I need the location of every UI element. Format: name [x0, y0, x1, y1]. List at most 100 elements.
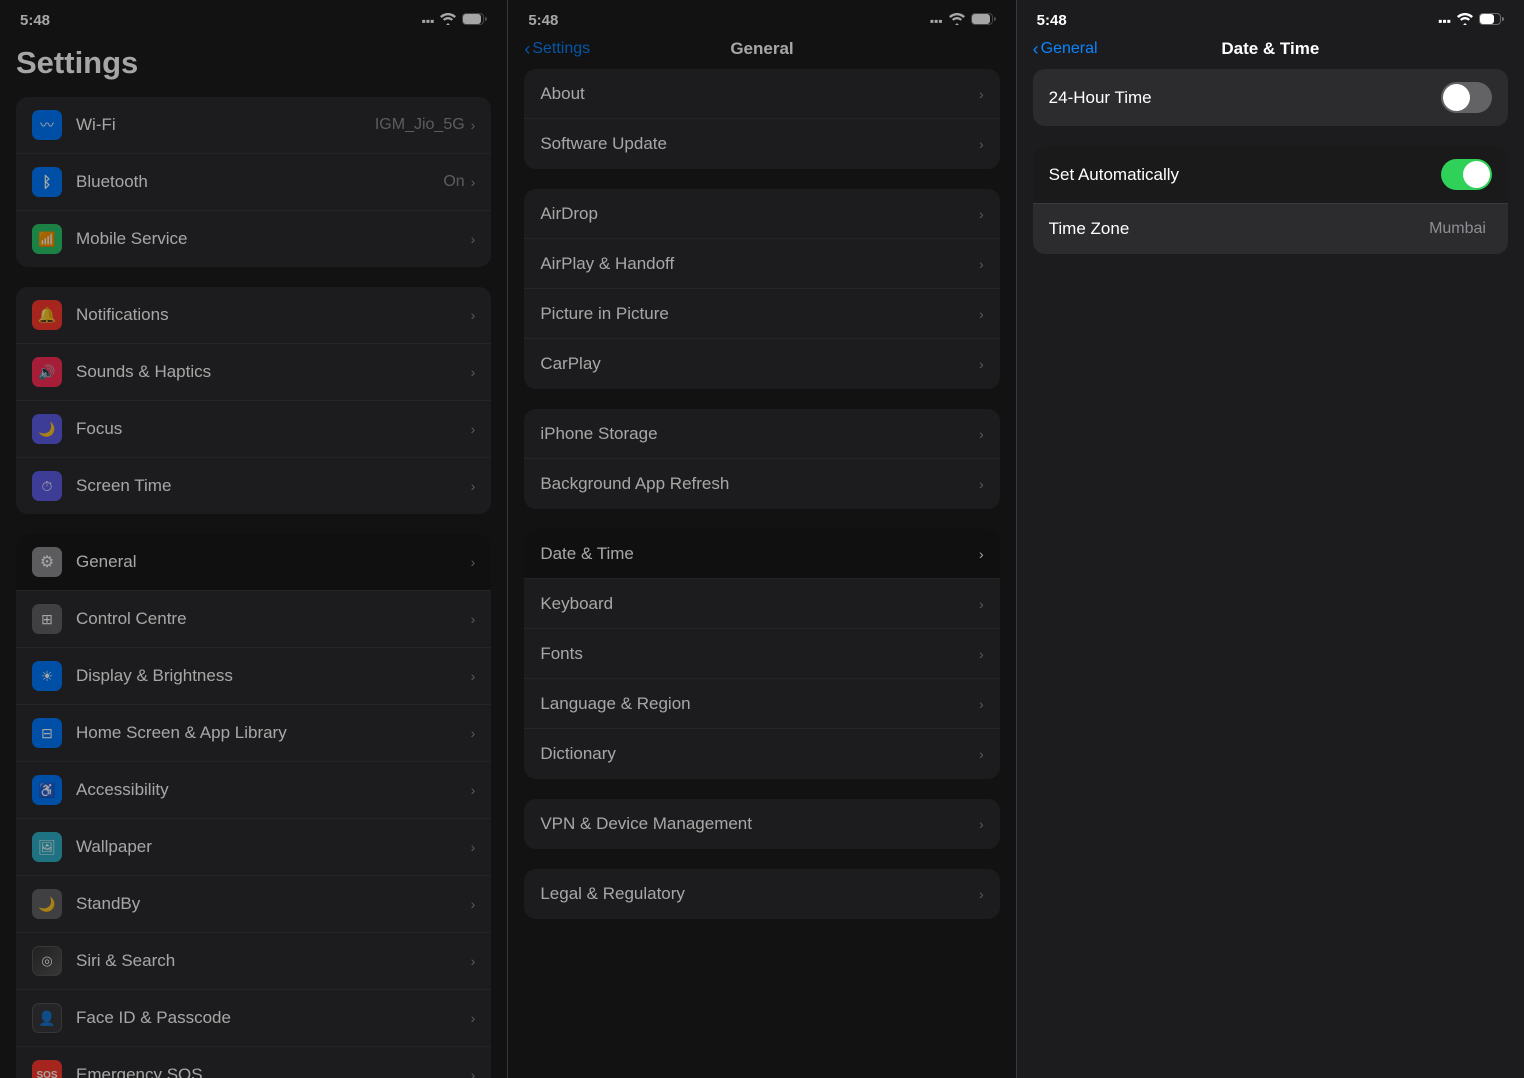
- item-datetime[interactable]: Date & Time ›: [524, 529, 999, 579]
- focus-icon: 🌙: [32, 414, 62, 444]
- status-icons-1: ▪▪▪: [422, 12, 488, 29]
- section-connectivity: 〰 Wi-Fi IGM_Jio_5G › ᛒ Bluetooth On › 📶 …: [16, 97, 491, 267]
- wifi-chevron: ›: [471, 117, 476, 133]
- item-fonts[interactable]: Fonts ›: [524, 629, 999, 679]
- mobile-icon: 📶: [32, 224, 62, 254]
- item-iphonestorage[interactable]: iPhone Storage ›: [524, 409, 999, 459]
- siri-icon: ◎: [32, 946, 62, 976]
- notifications-icon: 🔔: [32, 300, 62, 330]
- section-system: ⚙ General › ⊞ Control Centre › ☀ Display…: [16, 534, 491, 1078]
- pip-label: Picture in Picture: [540, 304, 979, 324]
- item-keyboard[interactable]: Keyboard ›: [524, 579, 999, 629]
- item-24hour[interactable]: 24-Hour Time: [1033, 69, 1508, 126]
- keyboard-label: Keyboard: [540, 594, 979, 614]
- wifi-icon-1: [440, 12, 456, 29]
- storage-chevron: ›: [979, 426, 984, 442]
- faceid-chevron: ›: [471, 1010, 476, 1026]
- item-bluetooth[interactable]: ᛒ Bluetooth On ›: [16, 154, 491, 211]
- item-display[interactable]: ☀ Display & Brightness ›: [16, 648, 491, 705]
- time-1: 5:48: [20, 12, 50, 29]
- battery-icon-2: [971, 12, 996, 29]
- controlcentre-chevron: ›: [471, 611, 476, 627]
- focus-label: Focus: [76, 419, 471, 439]
- item-airdrop[interactable]: AirDrop ›: [524, 189, 999, 239]
- dictionary-label: Dictionary: [540, 744, 979, 764]
- notifications-label: Notifications: [76, 305, 471, 325]
- homescreen-icon: ⊟: [32, 718, 62, 748]
- item-wifi[interactable]: 〰 Wi-Fi IGM_Jio_5G ›: [16, 97, 491, 154]
- battery-icon-1: [462, 12, 487, 29]
- section-legal: Legal & Regulatory ›: [524, 869, 999, 919]
- item-dictionary[interactable]: Dictionary ›: [524, 729, 999, 779]
- bluetooth-label: Bluetooth: [76, 172, 443, 192]
- item-accessibility[interactable]: ♿ Accessibility ›: [16, 762, 491, 819]
- item-emergency[interactable]: SOS Emergency SOS ›: [16, 1047, 491, 1078]
- softwareupdate-label: Software Update: [540, 134, 979, 154]
- time-3: 5:48: [1037, 12, 1067, 29]
- datetime-nav-title: Date & Time: [1221, 39, 1319, 59]
- focus-chevron: ›: [471, 421, 476, 437]
- item-focus[interactable]: 🌙 Focus ›: [16, 401, 491, 458]
- emergency-label: Emergency SOS: [76, 1065, 471, 1078]
- item-controlcentre[interactable]: ⊞ Control Centre ›: [16, 591, 491, 648]
- item-about[interactable]: About ›: [524, 69, 999, 119]
- wallpaper-label: Wallpaper: [76, 837, 471, 857]
- wifi-label: Wi-Fi: [76, 115, 375, 135]
- mobile-sym: 📶: [38, 231, 55, 248]
- wifi-icon: 〰: [32, 110, 62, 140]
- datetime-navbar: ‹ General Date & Time: [1017, 35, 1524, 69]
- signal-icon-2: ▪▪▪: [930, 14, 943, 28]
- standby-chevron: ›: [471, 896, 476, 912]
- item-carplay[interactable]: CarPlay ›: [524, 339, 999, 389]
- item-pictureinpicture[interactable]: Picture in Picture ›: [524, 289, 999, 339]
- setauto-toggle[interactable]: [1441, 159, 1492, 190]
- 24hour-label: 24-Hour Time: [1049, 88, 1441, 108]
- item-homescreen[interactable]: ⊟ Home Screen & App Library ›: [16, 705, 491, 762]
- back-to-general[interactable]: ‹ General: [1033, 39, 1098, 60]
- item-sounds[interactable]: 🔊 Sounds & Haptics ›: [16, 344, 491, 401]
- controlcentre-icon: ⊞: [32, 604, 62, 634]
- sounds-icon: 🔊: [32, 357, 62, 387]
- standby-icon: 🌙: [32, 889, 62, 919]
- setauto-label: Set Automatically: [1049, 165, 1441, 185]
- emergency-chevron: ›: [471, 1067, 476, 1078]
- item-backgroundapp[interactable]: Background App Refresh ›: [524, 459, 999, 509]
- display-label: Display & Brightness: [76, 666, 471, 686]
- bluetooth-chevron: ›: [471, 174, 476, 190]
- accessibility-icon: ♿: [32, 775, 62, 805]
- fonts-label: Fonts: [540, 644, 979, 664]
- item-legal[interactable]: Legal & Regulatory ›: [524, 869, 999, 919]
- section-personal: 🔔 Notifications › 🔊 Sounds & Haptics › 🌙…: [16, 287, 491, 514]
- wifi-icon-2: [949, 12, 965, 29]
- languageregion-chevron: ›: [979, 696, 984, 712]
- item-softwareupdate[interactable]: Software Update ›: [524, 119, 999, 169]
- item-faceid[interactable]: 👤 Face ID & Passcode ›: [16, 990, 491, 1047]
- languageregion-label: Language & Region: [540, 694, 979, 714]
- sounds-label: Sounds & Haptics: [76, 362, 471, 382]
- item-general[interactable]: ⚙ General ›: [16, 534, 491, 591]
- item-vpn[interactable]: VPN & Device Management ›: [524, 799, 999, 849]
- 24hour-toggle-thumb: [1443, 84, 1470, 111]
- item-airplay[interactable]: AirPlay & Handoff ›: [524, 239, 999, 289]
- storage-label: iPhone Storage: [540, 424, 979, 444]
- item-notifications[interactable]: 🔔 Notifications ›: [16, 287, 491, 344]
- item-mobile[interactable]: 📶 Mobile Service ›: [16, 211, 491, 267]
- keyboard-chevron: ›: [979, 596, 984, 612]
- item-standby[interactable]: 🌙 StandBy ›: [16, 876, 491, 933]
- item-siri[interactable]: ◎ Siri & Search ›: [16, 933, 491, 990]
- wifi-value: IGM_Jio_5G: [375, 116, 465, 134]
- item-wallpaper[interactable]: 🖼 Wallpaper ›: [16, 819, 491, 876]
- item-timezone[interactable]: Time Zone Mumbai: [1033, 204, 1508, 254]
- wallpaper-icon: 🖼: [32, 832, 62, 862]
- item-languageregion[interactable]: Language & Region ›: [524, 679, 999, 729]
- wifi-sym: 〰: [40, 115, 54, 135]
- item-setautomatically[interactable]: Set Automatically: [1033, 146, 1508, 204]
- item-screentime[interactable]: ⏱ Screen Time ›: [16, 458, 491, 514]
- back-to-settings[interactable]: ‹ Settings: [524, 39, 590, 60]
- sounds-chevron: ›: [471, 364, 476, 380]
- 24hour-toggle[interactable]: [1441, 82, 1492, 113]
- datetime-label: Date & Time: [540, 544, 979, 564]
- timezone-label: Time Zone: [1049, 219, 1429, 239]
- general-label: General: [76, 552, 471, 572]
- notifications-chevron: ›: [471, 307, 476, 323]
